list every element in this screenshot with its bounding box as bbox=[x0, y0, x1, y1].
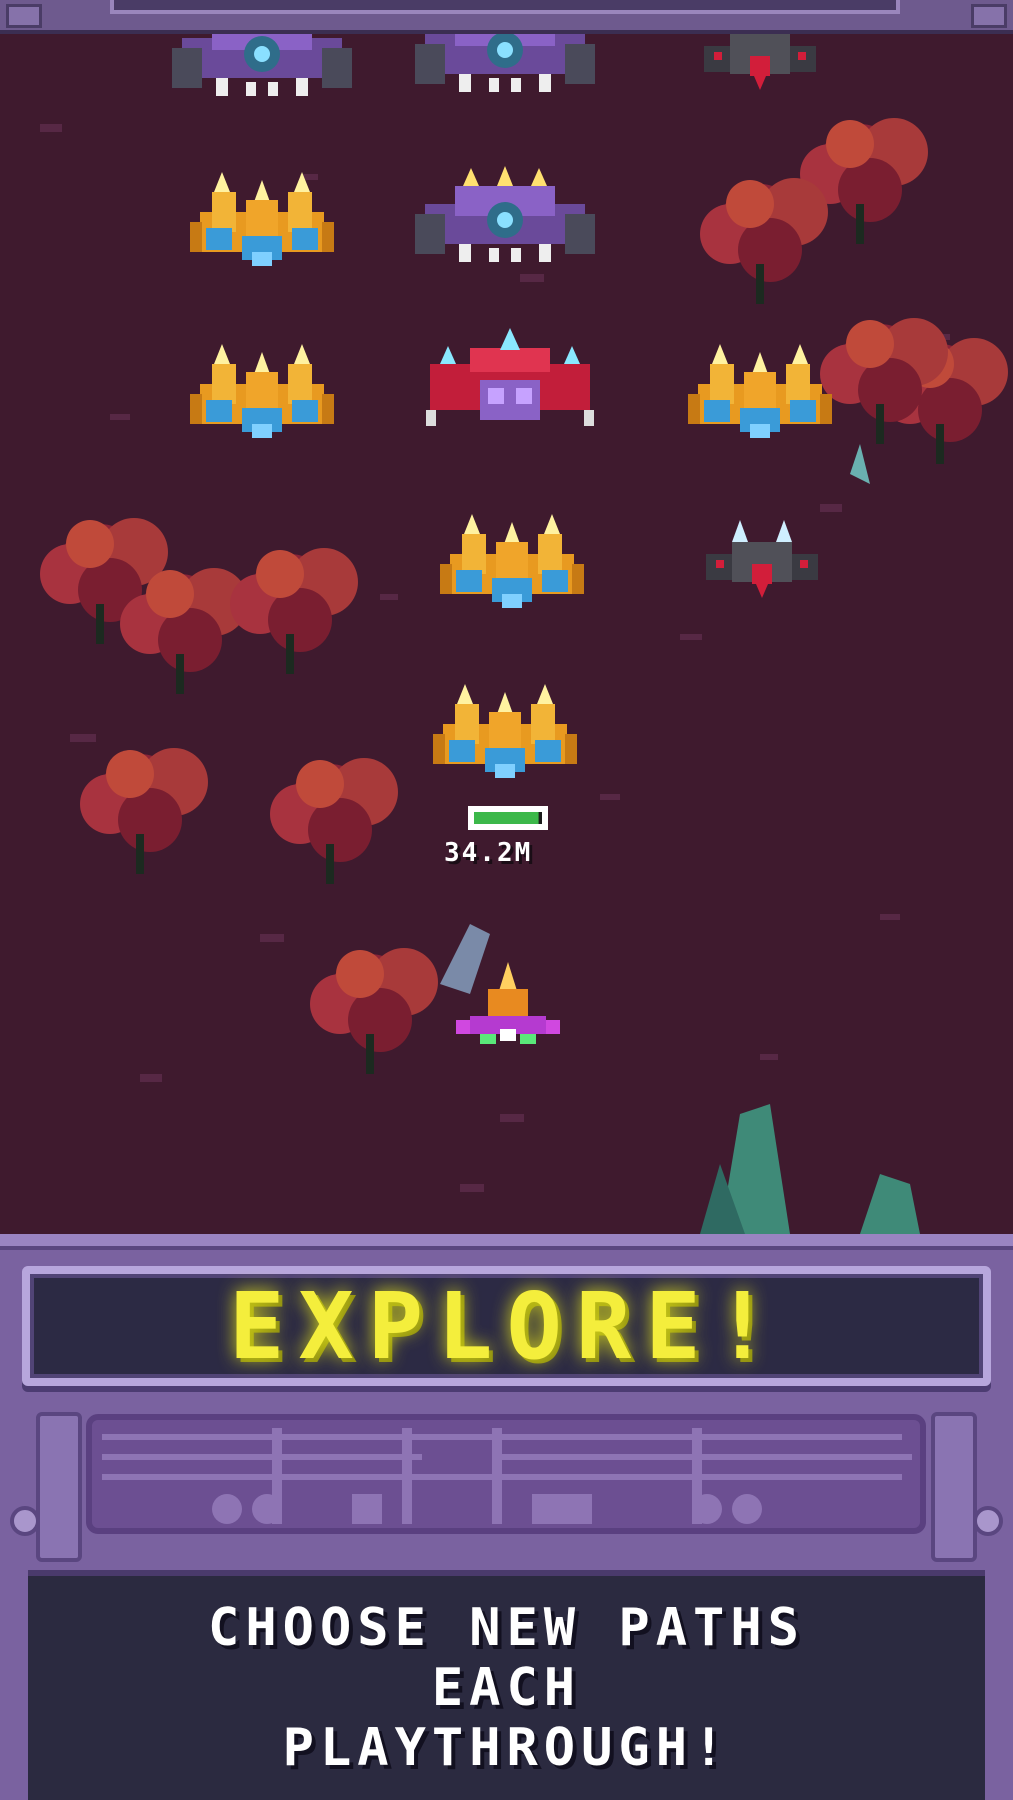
enemy-health-bar bbox=[468, 806, 548, 830]
caption-box: CHOOSE NEW PATHS EACH PLAYTHROUGH! bbox=[28, 1570, 985, 1800]
panel-rim bbox=[0, 1234, 1013, 1250]
game-scene bbox=[0, 34, 1013, 1234]
machinery-panel bbox=[86, 1414, 926, 1534]
bezel-bolt-right bbox=[971, 4, 1007, 28]
promo-panel: EXPLORE! CHOOSE NEW PATHS EACH PLAYTHROU… bbox=[0, 1234, 1013, 1800]
bezel-bolt-left bbox=[6, 4, 42, 28]
panel-rail-right bbox=[985, 1554, 1013, 1800]
top-bezel bbox=[0, 0, 1013, 34]
panel-column-right bbox=[931, 1412, 977, 1562]
title-banner: EXPLORE! bbox=[22, 1266, 991, 1386]
panel-rail-left bbox=[0, 1554, 28, 1800]
panel-column-left bbox=[36, 1412, 82, 1562]
caption-line-3: PLAYTHROUGH! bbox=[282, 1718, 731, 1778]
caption-line-2: EACH bbox=[431, 1658, 582, 1718]
caption-line-1: CHOOSE NEW PATHS bbox=[208, 1598, 805, 1658]
bolt-right bbox=[973, 1506, 1003, 1536]
enemy-score-label: 34.2M bbox=[444, 838, 533, 868]
banner-title: EXPLORE! bbox=[228, 1272, 785, 1380]
bolt-left bbox=[10, 1506, 40, 1536]
bezel-slot bbox=[110, 0, 900, 14]
game-field[interactable]: 34.2M bbox=[0, 34, 1013, 1234]
